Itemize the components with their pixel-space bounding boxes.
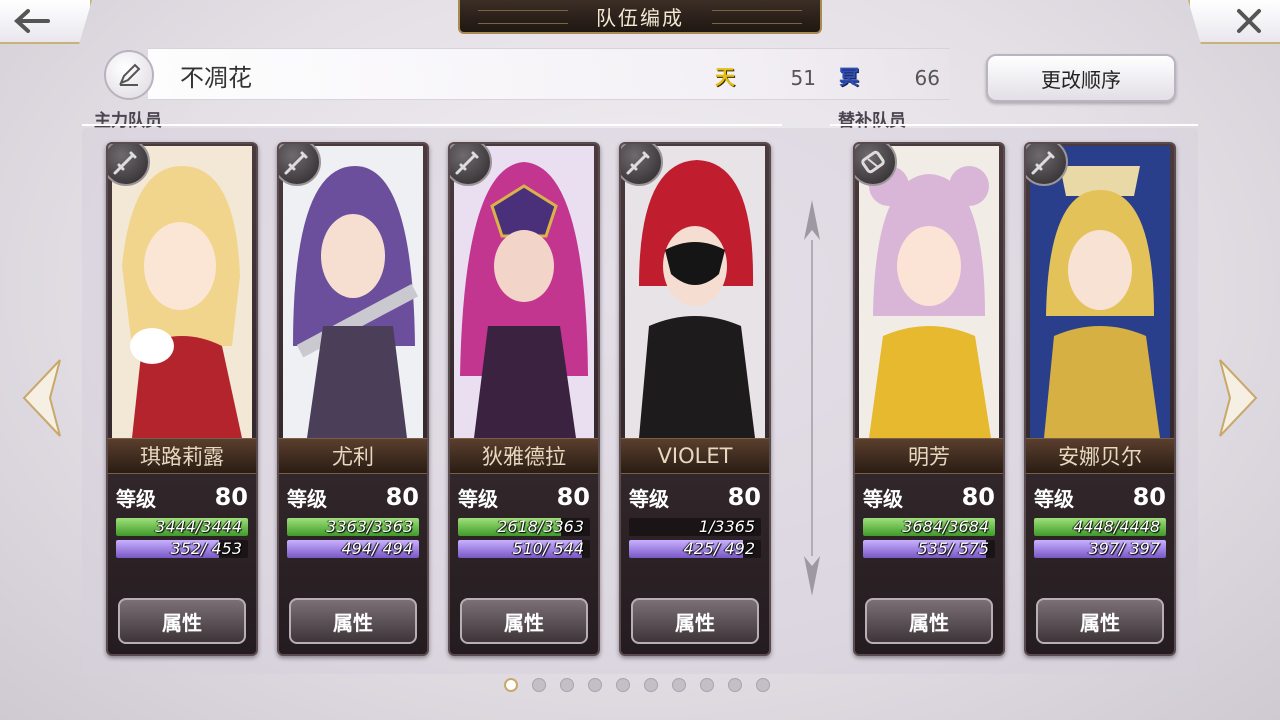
attributes-button[interactable]: 属性	[118, 598, 246, 644]
mp-bar: 494/ 494	[287, 540, 419, 558]
level-value: 80	[214, 483, 248, 511]
mp-text: 535/ 575	[917, 540, 989, 558]
character-portrait	[625, 146, 765, 438]
member-name: 明芳	[855, 438, 1003, 474]
page-dot[interactable]	[728, 678, 742, 692]
character-portrait	[454, 146, 594, 438]
team-name-bar	[148, 48, 950, 100]
hp-text: 3684/3684	[902, 518, 989, 536]
character-portrait	[859, 146, 999, 438]
sub-member-card-2[interactable]: 安娜贝尔 等级 80 4448/4448 397/ 397 属性	[1024, 142, 1176, 656]
attributes-button[interactable]: 属性	[865, 598, 993, 644]
hp-bar: 4448/4448	[1034, 518, 1166, 536]
mp-text: 494/ 494	[341, 540, 413, 558]
hp-text: 2618/3363	[497, 518, 584, 536]
member-name: VIOLET	[621, 438, 769, 474]
hp-bar: 2618/3363	[458, 518, 590, 536]
sky-value: 51	[790, 66, 816, 90]
level-label: 等级	[1034, 486, 1074, 511]
member-card-3[interactable]: 狄雅德拉 等级 80 2618/3363 510/ 544 属性	[448, 142, 600, 656]
character-portrait	[283, 146, 423, 438]
attributes-button[interactable]: 属性	[631, 598, 759, 644]
hp-text: 1/3365	[698, 518, 755, 536]
member-name: 狄雅德拉	[450, 438, 598, 474]
sub-section-divider	[830, 124, 1198, 126]
mp-bar: 510/ 544	[458, 540, 590, 558]
level-label: 等级	[287, 486, 327, 511]
mp-bar: 535/ 575	[863, 540, 995, 558]
page-indicator	[504, 678, 770, 692]
level-label: 等级	[863, 486, 903, 511]
member-name: 琪路莉露	[108, 438, 256, 474]
level-value: 80	[385, 483, 419, 511]
main-section-divider	[82, 124, 782, 126]
member-name: 安娜贝尔	[1026, 438, 1174, 474]
mp-bar: 397/ 397	[1034, 540, 1166, 558]
level-label: 等级	[629, 486, 669, 511]
hp-bar: 3363/3363	[287, 518, 419, 536]
hp-text: 3444/3444	[155, 518, 242, 536]
mp-text: 397/ 397	[1088, 540, 1160, 558]
hp-text: 4448/4448	[1073, 518, 1160, 536]
member-card-1[interactable]: 琪路莉露 等级 80 3444/3444 352/ 453 属性	[106, 142, 258, 656]
level-value: 80	[1132, 483, 1166, 511]
attributes-button[interactable]: 属性	[460, 598, 588, 644]
hp-text: 3363/3363	[326, 518, 413, 536]
page-dot[interactable]	[700, 678, 714, 692]
sub-members-label: 替补队员	[838, 111, 906, 131]
level-label: 等级	[458, 486, 498, 511]
reorder-button[interactable]: 更改顺序	[986, 54, 1176, 102]
page-dot[interactable]	[504, 678, 518, 692]
page-dot[interactable]	[672, 678, 686, 692]
page-dot[interactable]	[616, 678, 630, 692]
hp-bar: 1/3365	[629, 518, 761, 536]
mp-text: 352/ 453	[170, 540, 242, 558]
level-value: 80	[727, 483, 761, 511]
sub-member-card-1[interactable]: 明芳 等级 80 3684/3684 535/ 575 属性	[853, 142, 1005, 656]
character-portrait	[1030, 146, 1170, 438]
member-card-4[interactable]: VIOLET 等级 80 1/3365 425/ 492 属性	[619, 142, 771, 656]
page-dot[interactable]	[560, 678, 574, 692]
next-page-arrow-icon[interactable]	[1218, 358, 1260, 438]
character-portrait	[112, 146, 252, 438]
close-icon	[1237, 9, 1261, 33]
hell-value: 66	[914, 66, 940, 90]
attributes-button[interactable]: 属性	[289, 598, 417, 644]
page-dot[interactable]	[756, 678, 770, 692]
page-title: 队伍编成	[458, 0, 822, 34]
hell-badge-icon: 冥	[839, 64, 859, 89]
close-button[interactable]	[1188, 0, 1280, 44]
hp-bar: 3444/3444	[116, 518, 248, 536]
level-value: 80	[961, 483, 995, 511]
mp-text: 425/ 492	[683, 540, 755, 558]
team-name: 不凋花	[180, 64, 252, 92]
member-name: 尤利	[279, 438, 427, 474]
sky-badge-icon: 天	[715, 64, 735, 89]
mp-text: 510/ 544	[512, 540, 584, 558]
swap-divider	[804, 200, 820, 596]
page-dot[interactable]	[588, 678, 602, 692]
prev-page-arrow-icon[interactable]	[20, 358, 62, 438]
level-value: 80	[556, 483, 590, 511]
pen-icon	[119, 63, 141, 86]
back-arrow-icon	[14, 9, 50, 33]
attributes-button[interactable]: 属性	[1036, 598, 1164, 644]
page-dot[interactable]	[532, 678, 546, 692]
hp-bar: 3684/3684	[863, 518, 995, 536]
level-label: 等级	[116, 486, 156, 511]
page-dot[interactable]	[644, 678, 658, 692]
mp-bar: 352/ 453	[116, 540, 248, 558]
main-members-label: 主力队员	[94, 111, 162, 131]
mp-bar: 425/ 492	[629, 540, 761, 558]
edit-name-button[interactable]	[104, 50, 154, 100]
member-card-2[interactable]: 尤利 等级 80 3363/3363 494/ 494 属性	[277, 142, 429, 656]
back-button[interactable]	[0, 0, 92, 44]
